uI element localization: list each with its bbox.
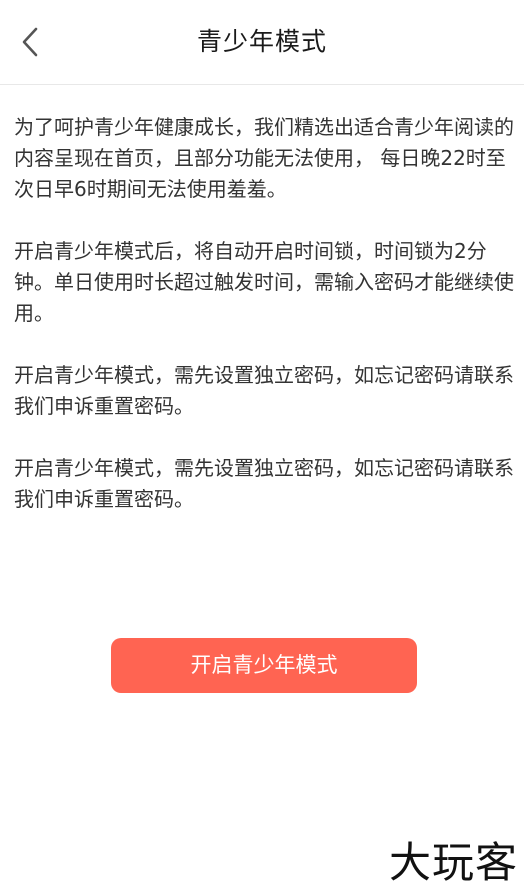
top-bar: 青少年模式 <box>0 0 524 85</box>
description-paragraph-3: 开启青少年模式，需先设置独立密码，如忘记密码请联系我们申诉重置密码。 <box>14 363 514 418</box>
description-section: 为了呵护青少年健康成长，我们精选出适合青少年阅读的内容呈现在首页，且部分功能无法… <box>14 112 514 515</box>
enable-youth-mode-button[interactable]: 开启青少年模式 <box>111 638 417 693</box>
description-paragraph-1: 为了呵护青少年健康成长，我们精选出适合青少年阅读的内容呈现在首页，且部分功能无法… <box>14 115 514 201</box>
description-paragraph-2: 开启青少年模式后，将自动开启时间锁，时间锁为2分钟。单日使用时长超过触发时间，需… <box>14 239 514 325</box>
description-paragraph-4: 开启青少年模式，需先设置独立密码，如忘记密码请联系我们申诉重置密码。 <box>14 456 514 511</box>
watermark-logo: 大玩客 <box>388 838 518 887</box>
page-title: 青少年模式 <box>196 27 327 56</box>
